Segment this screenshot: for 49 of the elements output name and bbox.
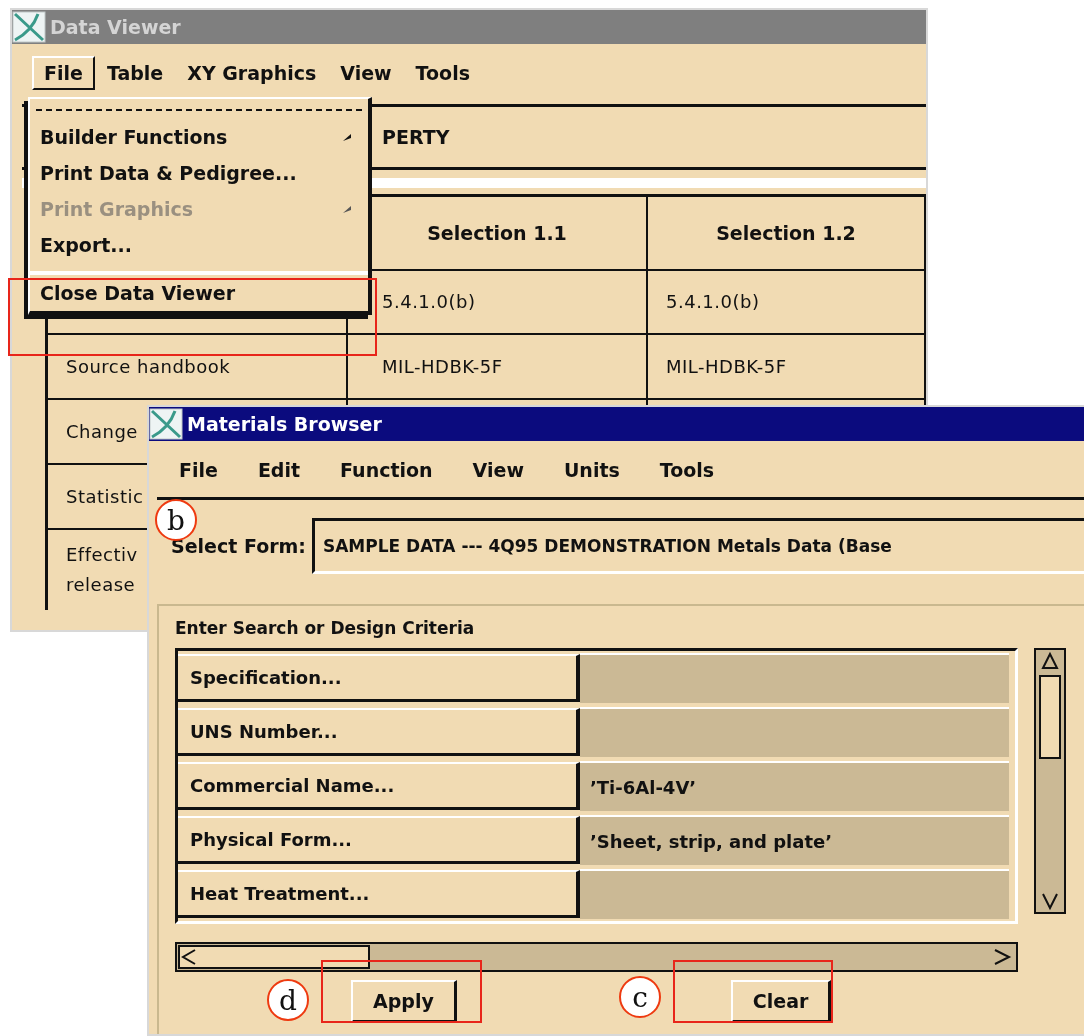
menu-entry[interactable]: Builder Functions (30, 119, 368, 155)
criteria-field[interactable]: ’Sheet, strip, and plate’ (580, 815, 1009, 865)
logo-icon (149, 408, 183, 440)
submenu-arrow-icon (342, 204, 352, 214)
menu-item[interactable]: XY Graphics (175, 56, 329, 90)
select-form-field[interactable]: SAMPLE DATA --- 4Q95 DEMONSTRATION Metals Data (Base (311, 518, 1084, 574)
menu-item[interactable]: Tools (647, 453, 727, 487)
table-cell-text: 5.4.1.0(b) (382, 290, 476, 314)
criteria-button[interactable]: UNS Number... (178, 708, 580, 756)
table-cell-text: MIL-HDBK-5F (382, 354, 503, 379)
vertical-scrollbar[interactable] (1034, 648, 1066, 914)
row-label: release (66, 573, 136, 597)
menu-item[interactable]: File (32, 56, 95, 90)
column-header: Selection 1.1 (427, 222, 567, 244)
criteria-field[interactable] (580, 653, 1009, 703)
window-title: Materials Browser (187, 413, 382, 435)
menu-item[interactable]: Edit (245, 453, 313, 487)
panel-heading: Enter Search or Design Criteria (175, 618, 476, 638)
criteria-field[interactable] (580, 869, 1009, 919)
submenu-arrow-icon (342, 132, 352, 142)
criteria-field[interactable] (580, 707, 1009, 757)
row-label: Change (66, 419, 138, 444)
criteria-button[interactable]: Physical Form... (178, 816, 580, 864)
menu-item[interactable]: Function (328, 453, 445, 487)
criteria-button[interactable]: Heat Treatment... (178, 870, 580, 918)
criteria-button[interactable]: Specification... (178, 654, 580, 702)
table-cell-text: 5.4.1.0(b) (666, 290, 760, 314)
column-header: Selection 1.2 (716, 222, 856, 244)
criteria-field[interactable]: ’Ti-6Al-4V’ (580, 761, 1009, 811)
logo-icon (12, 11, 46, 43)
horizontal-scrollbar[interactable] (175, 942, 1018, 972)
banner-title: PERTY (382, 126, 450, 148)
menu-entry[interactable]: Export... (30, 227, 368, 263)
menu-item[interactable]: File (167, 453, 230, 487)
menu-item[interactable]: Table (94, 56, 176, 90)
action-button[interactable]: Apply (351, 980, 457, 1023)
table-cell-text: MIL-HDBK-5F (666, 354, 787, 379)
menu-item[interactable]: View (328, 56, 404, 90)
row-label: Effectiv (66, 543, 138, 567)
menu-entry[interactable]: Print Data & Pedigree... (30, 155, 368, 191)
row-label: Source handbook (66, 354, 231, 379)
menu-entry[interactable]: Close Data Viewer (30, 271, 368, 311)
menu-item[interactable]: Tools (403, 56, 482, 90)
criteria-button[interactable]: Commercial Name... (178, 762, 580, 810)
menu-item[interactable]: View (460, 453, 536, 487)
action-button[interactable]: Clear (730, 980, 832, 1023)
menu-item[interactable]: Units (551, 453, 632, 487)
window-title: Data Viewer (50, 16, 181, 38)
row-label: Statistic (66, 484, 144, 509)
